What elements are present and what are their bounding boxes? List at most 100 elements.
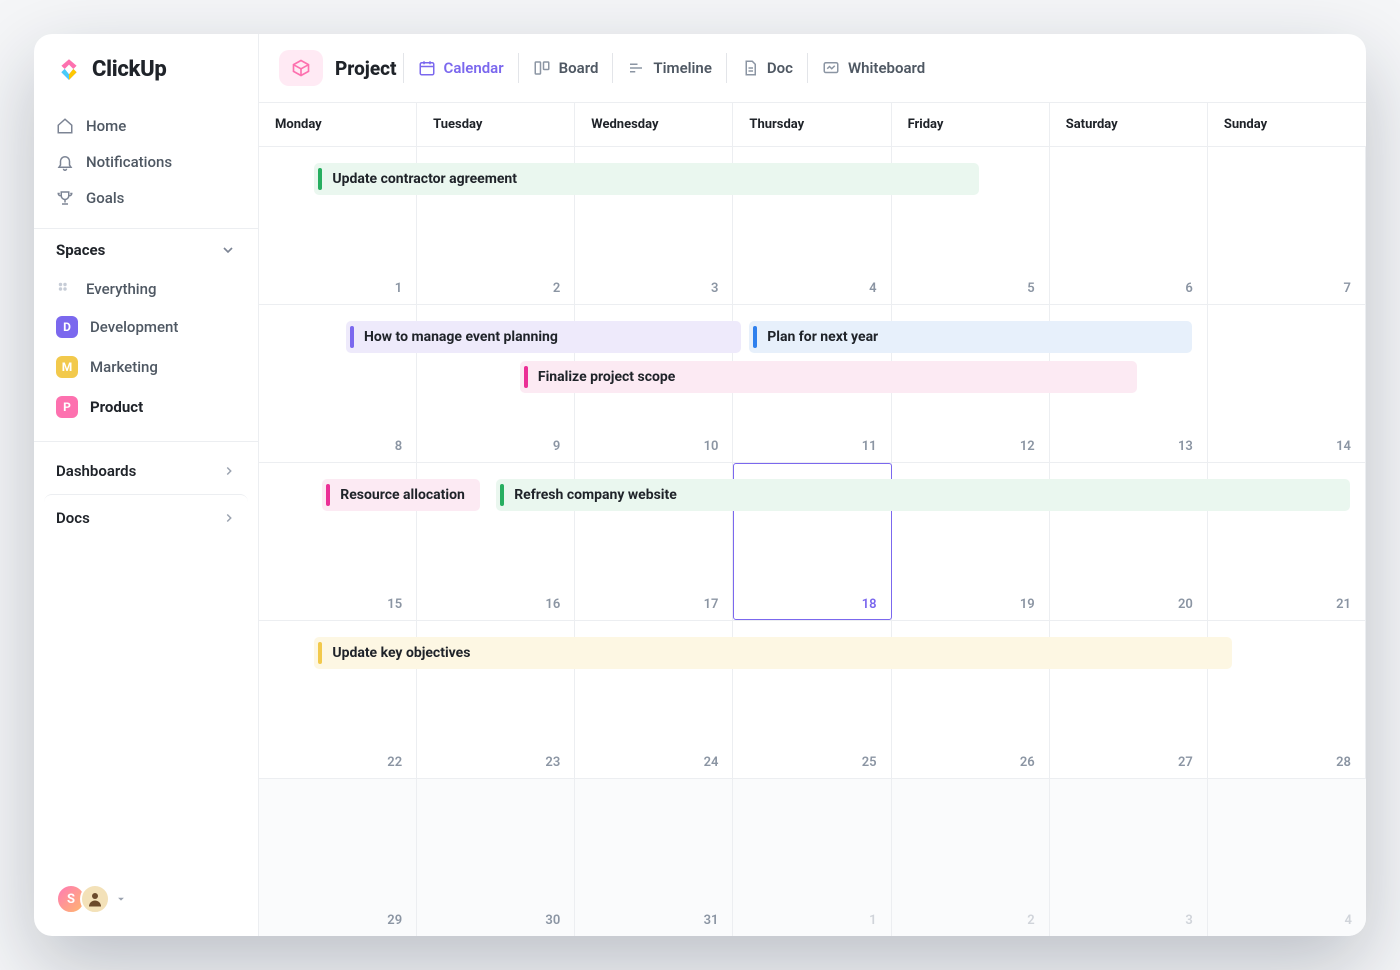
space-product[interactable]: P Product	[44, 387, 248, 427]
home-icon	[56, 117, 74, 135]
day-number: 27	[1178, 755, 1193, 770]
day-number: 2	[553, 281, 560, 296]
day-number: 8	[395, 439, 402, 454]
nav-docs[interactable]: Docs	[44, 494, 248, 541]
calendar-event[interactable]: How to manage event planning	[346, 321, 741, 353]
chevron-right-icon	[222, 464, 236, 478]
event-color-bar	[318, 168, 322, 190]
project-name: Project	[335, 57, 397, 80]
day-cell[interactable]: 14	[1208, 305, 1366, 462]
package-icon	[291, 58, 311, 78]
space-everything[interactable]: Everything	[44, 271, 248, 307]
day-number: 15	[387, 597, 402, 612]
space-badge: D	[56, 316, 78, 338]
weekday: Tuesday	[417, 103, 575, 146]
space-development[interactable]: D Development	[44, 307, 248, 347]
day-number: 16	[545, 597, 560, 612]
nav-label: Notifications	[86, 153, 172, 171]
weekday: Friday	[892, 103, 1050, 146]
day-number: 1	[869, 913, 876, 928]
event-color-bar	[524, 366, 528, 388]
event-color-bar	[326, 484, 330, 506]
day-number: 30	[545, 913, 560, 928]
event-title: Refresh company website	[514, 487, 677, 503]
space-badge: P	[56, 396, 78, 418]
event-color-bar	[350, 326, 354, 348]
day-number: 31	[704, 913, 719, 928]
view-label: Board	[559, 59, 599, 77]
day-cell[interactable]: 31	[575, 779, 733, 936]
day-number: 12	[1020, 439, 1035, 454]
day-cell[interactable]: 6	[1050, 147, 1208, 304]
day-number: 21	[1336, 597, 1351, 612]
day-cell[interactable]: 29	[259, 779, 417, 936]
event-title: Update key objectives	[332, 645, 470, 661]
weekday-header: Monday Tuesday Wednesday Thursday Friday…	[259, 103, 1366, 147]
view-tabs: Calendar Board Timeline Doc Whiteboard	[403, 53, 940, 83]
view-calendar[interactable]: Calendar	[403, 53, 518, 83]
day-number: 17	[704, 597, 719, 612]
calendar-week: 891011121314How to manage event planning…	[259, 305, 1366, 463]
day-number: 25	[862, 755, 877, 770]
topbar: Project Calendar Board Timeline Doc	[259, 34, 1366, 103]
day-cell[interactable]: 2	[892, 779, 1050, 936]
project-chip[interactable]	[279, 50, 323, 86]
day-number: 24	[704, 755, 719, 770]
day-number: 3	[1185, 913, 1192, 928]
view-doc[interactable]: Doc	[726, 53, 807, 83]
calendar-week: 15161718192021Resource allocationRefresh…	[259, 463, 1366, 621]
calendar-event[interactable]: Update key objectives	[314, 637, 1231, 669]
day-number: 22	[387, 755, 402, 770]
event-title: How to manage event planning	[364, 329, 558, 345]
sidebar: ClickUp Home Notifications Goals Spaces	[34, 34, 259, 936]
day-cell[interactable]: 3	[1050, 779, 1208, 936]
spaces-list: Everything D Development M Marketing P P…	[34, 269, 258, 441]
spaces-header[interactable]: Spaces	[34, 228, 258, 269]
nav-notifications[interactable]: Notifications	[44, 144, 248, 180]
calendar-week: 29 30 31 1 2 3 4	[259, 779, 1366, 936]
avatar[interactable]	[80, 884, 110, 914]
nav-label: Goals	[86, 189, 124, 207]
day-cell[interactable]: 1	[733, 779, 891, 936]
bell-icon	[56, 153, 74, 171]
nav-goals[interactable]: Goals	[44, 180, 248, 216]
day-number: 19	[1020, 597, 1035, 612]
calendar-event[interactable]: Plan for next year	[749, 321, 1192, 353]
chevron-right-icon	[222, 511, 236, 525]
calendar-event[interactable]: Finalize project scope	[520, 361, 1137, 393]
calendar-event[interactable]: Update contractor agreement	[314, 163, 978, 195]
day-cell[interactable]: 7	[1208, 147, 1366, 304]
calendar-week: 1234567Update contractor agreement	[259, 147, 1366, 305]
bottom-nav: Dashboards Docs	[34, 441, 258, 547]
event-title: Finalize project scope	[538, 369, 675, 385]
calendar-event[interactable]: Resource allocation	[322, 479, 480, 511]
doc-icon	[741, 59, 759, 77]
day-number: 9	[553, 439, 560, 454]
caret-down-icon[interactable]	[116, 894, 126, 904]
trophy-icon	[56, 189, 74, 207]
day-number: 3	[711, 281, 718, 296]
day-number: 4	[869, 281, 876, 296]
event-title: Update contractor agreement	[332, 171, 517, 187]
chevron-down-icon	[220, 242, 236, 258]
day-cell[interactable]: 4	[1208, 779, 1366, 936]
calendar-event[interactable]: Refresh company website	[496, 479, 1350, 511]
day-cell[interactable]: 28	[1208, 621, 1366, 778]
brand[interactable]: ClickUp	[34, 56, 258, 102]
user-avatars[interactable]: S	[34, 868, 258, 936]
app-window: ClickUp Home Notifications Goals Spaces	[34, 34, 1366, 936]
view-timeline[interactable]: Timeline	[612, 53, 725, 83]
clickup-logo-icon	[56, 56, 82, 82]
brand-name: ClickUp	[92, 57, 167, 82]
event-color-bar	[500, 484, 504, 506]
nav-dashboards[interactable]: Dashboards	[44, 448, 248, 494]
day-cell[interactable]: 30	[417, 779, 575, 936]
calendar: Monday Tuesday Wednesday Thursday Friday…	[259, 103, 1366, 936]
view-board[interactable]: Board	[518, 53, 613, 83]
weekday: Sunday	[1208, 103, 1366, 146]
day-number: 14	[1336, 439, 1351, 454]
space-marketing[interactable]: M Marketing	[44, 347, 248, 387]
board-icon	[533, 59, 551, 77]
nav-home[interactable]: Home	[44, 108, 248, 144]
view-whiteboard[interactable]: Whiteboard	[807, 53, 939, 83]
